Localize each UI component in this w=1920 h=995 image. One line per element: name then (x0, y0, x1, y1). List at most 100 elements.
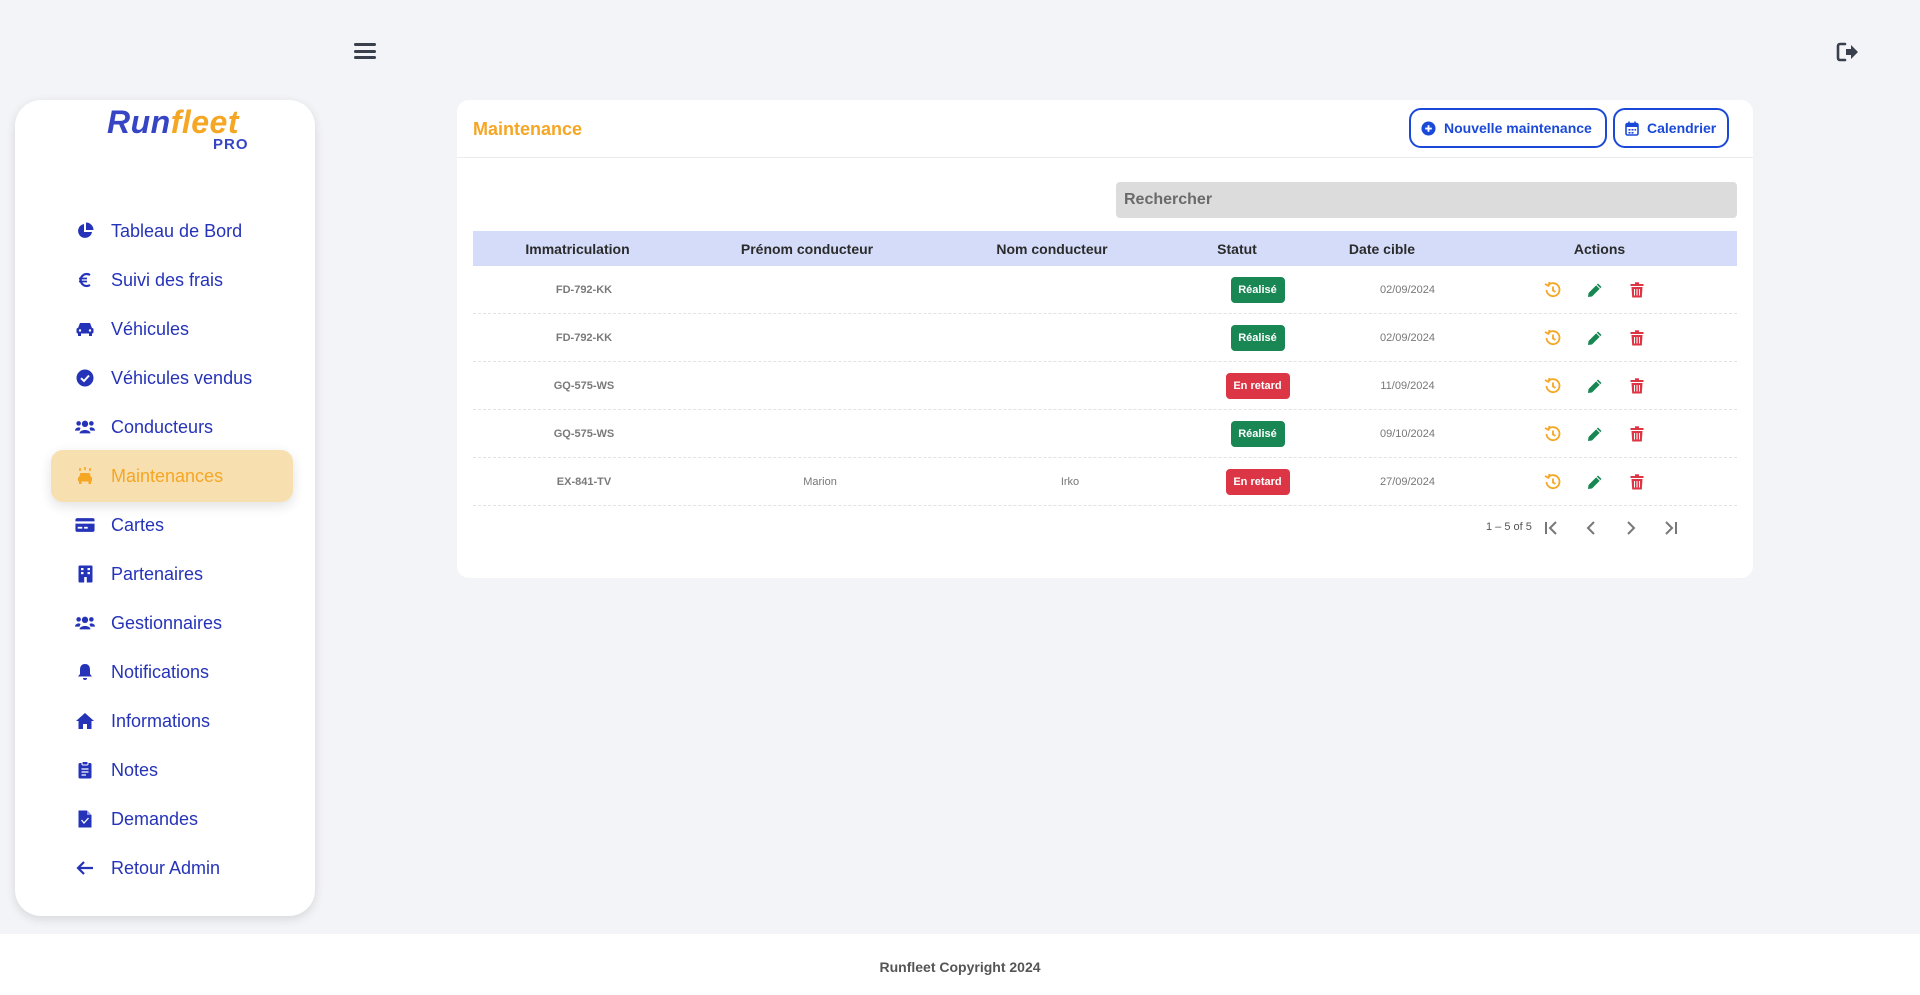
status-badge: Réalisé (1230, 276, 1285, 303)
file-icon (75, 809, 95, 829)
credit-card-icon (75, 515, 95, 535)
column-header-status[interactable]: Statut (1172, 241, 1302, 257)
history-icon[interactable] (1544, 377, 1562, 395)
sidebar-item-retour-admin[interactable]: Retour Admin (51, 842, 293, 894)
cell-date: 27/09/2024 (1379, 475, 1436, 488)
cell-status: En retard (1195, 468, 1320, 495)
bell-icon (75, 662, 95, 682)
last-page-icon[interactable] (1659, 516, 1683, 540)
column-header-actions: Actions (1573, 240, 1626, 257)
cell-plate: FD-792-KK (555, 283, 613, 296)
sidebar-item-vehicules[interactable]: Véhicules (51, 303, 293, 355)
table-header: Immatriculation Prénom conducteur Nom co… (473, 231, 1737, 266)
cell-status: En retard (1195, 372, 1320, 399)
sidebar-item-label: Maintenances (111, 465, 224, 486)
sidebar-item-cartes[interactable]: Cartes (51, 499, 293, 551)
cell-date: 11/09/2024 (1380, 379, 1435, 392)
delete-trash-icon[interactable] (1628, 377, 1646, 395)
sidebar-item-label: Notes (111, 759, 159, 780)
cell-status: Réalisé (1195, 420, 1320, 447)
runfleet-logo[interactable]: Runfleet PRO (89, 104, 249, 156)
car-wash-icon (75, 466, 95, 486)
sidebar-item-label: Cartes (111, 514, 165, 535)
sidebar-item-suivi-des-frais[interactable]: Suivi des frais (51, 254, 293, 306)
edit-pencil-icon[interactable] (1586, 377, 1604, 395)
status-badge: En retard (1225, 372, 1290, 399)
maintenance-table: Immatriculation Prénom conducteur Nom co… (473, 231, 1737, 506)
history-icon[interactable] (1544, 425, 1562, 443)
cell-first-name: Marion (803, 475, 837, 488)
previous-page-icon[interactable] (1579, 516, 1603, 540)
sidebar-item-label: Véhicules (111, 318, 190, 339)
cell-actions (1495, 425, 1695, 443)
sidebar-item-label: Conducteurs (111, 416, 214, 437)
sidebar-item-informations[interactable]: Informations (51, 695, 293, 747)
car-icon (75, 319, 95, 339)
cell-actions (1495, 329, 1695, 347)
edit-pencil-icon[interactable] (1586, 425, 1604, 443)
next-page-icon[interactable] (1619, 516, 1643, 540)
table-row: EX-841-TV Marion Irko En retard 27/09/20… (473, 458, 1737, 506)
edit-pencil-icon[interactable] (1586, 281, 1604, 299)
pager-range-label: 1 – 5 of 5 (1486, 521, 1532, 533)
table-row: GQ-575-WS En retard 11/09/2024 (473, 362, 1737, 410)
sidebar-item-label: Gestionnaires (111, 612, 223, 633)
status-badge: En retard (1225, 468, 1290, 495)
history-icon[interactable] (1544, 329, 1562, 347)
users-icon (75, 417, 95, 437)
column-header-last-name[interactable]: Nom conducteur (932, 241, 1172, 257)
delete-trash-icon[interactable] (1628, 281, 1646, 299)
table-body: FD-792-KK Réalisé 02/09/2024 FD-792-KK R… (473, 266, 1737, 506)
arrow-left-icon (75, 858, 95, 878)
sidebar-item-label: Suivi des frais (111, 269, 224, 290)
column-header-date[interactable]: Date cible (1302, 241, 1462, 257)
table-row: GQ-575-WS Réalisé 09/10/2024 (473, 410, 1737, 458)
sidebar-item-partenaires[interactable]: Partenaires (51, 548, 293, 600)
delete-trash-icon[interactable] (1628, 329, 1646, 347)
cell-actions (1495, 473, 1695, 491)
hamburger-icon (354, 43, 376, 46)
sidebar-item-label: Notifications (111, 661, 210, 682)
delete-trash-icon[interactable] (1628, 473, 1646, 491)
euro-icon (75, 270, 95, 290)
card-header: Maintenance Nouvelle maintenance Calendr… (457, 100, 1753, 158)
cell-plate: GQ-575-WS (553, 379, 615, 392)
search-input[interactable] (1116, 182, 1737, 218)
cell-status: Réalisé (1195, 324, 1320, 351)
menu-toggle-button[interactable] (354, 40, 376, 62)
clipboard-icon (75, 760, 95, 780)
column-header-plate[interactable]: Immatriculation (473, 241, 682, 257)
column-header-first-name[interactable]: Prénom conducteur (682, 241, 932, 257)
sidebar-item-maintenances[interactable]: Maintenances (51, 450, 293, 502)
new-maintenance-button[interactable]: Nouvelle maintenance (1409, 108, 1607, 148)
cell-last-name: Irko (1060, 475, 1080, 488)
sidebar-item-demandes[interactable]: Demandes (51, 793, 293, 845)
cell-plate: GQ-575-WS (553, 427, 615, 440)
sidebar-item-conducteurs[interactable]: Conducteurs (51, 401, 293, 453)
calendar-button[interactable]: Calendrier (1613, 108, 1729, 148)
first-page-icon[interactable] (1539, 516, 1563, 540)
sidebar-item-notifications[interactable]: Notifications (51, 646, 293, 698)
edit-pencil-icon[interactable] (1586, 473, 1604, 491)
sidebar-item-vehicules-vendus[interactable]: Véhicules vendus (51, 352, 293, 404)
status-badge: Réalisé (1230, 324, 1285, 351)
logout-icon[interactable] (1836, 41, 1860, 63)
history-icon[interactable] (1544, 281, 1562, 299)
cell-actions (1495, 377, 1695, 395)
history-icon[interactable] (1544, 473, 1562, 491)
sidebar-item-label: Informations (111, 710, 211, 731)
building-icon (75, 564, 95, 584)
plus-circle-icon (1421, 120, 1436, 136)
edit-pencil-icon[interactable] (1586, 329, 1604, 347)
sidebar-item-notes[interactable]: Notes (51, 744, 293, 796)
paginator: 1 – 5 of 5 (457, 513, 1753, 543)
delete-trash-icon[interactable] (1628, 425, 1646, 443)
cell-status: Réalisé (1195, 276, 1320, 303)
cell-date: 02/09/2024 (1379, 283, 1436, 296)
sidebar-item-tableau-de-bord[interactable]: Tableau de Bord (51, 205, 293, 257)
sidebar-item-label: Demandes (111, 808, 199, 829)
cell-date: 09/10/2024 (1379, 427, 1436, 440)
copyright-text: Runfleet Copyright 2024 (879, 959, 1041, 975)
cell-plate: EX-841-TV (556, 475, 612, 488)
sidebar-item-gestionnaires[interactable]: Gestionnaires (51, 597, 293, 649)
